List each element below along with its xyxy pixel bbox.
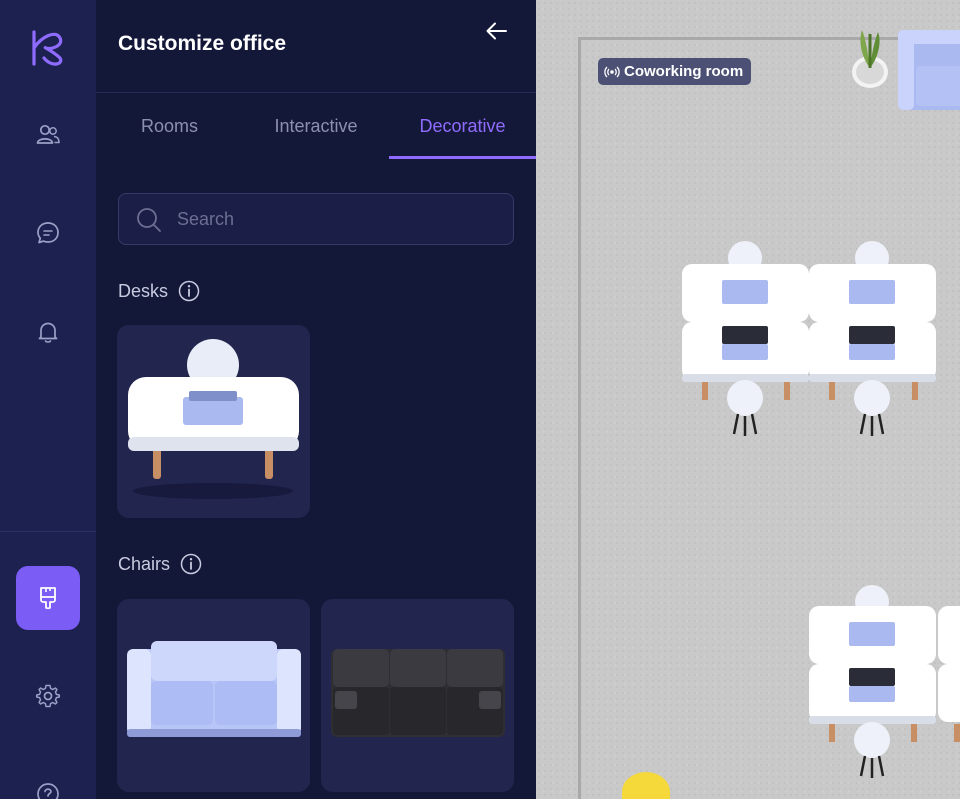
help-icon[interactable] — [30, 776, 66, 799]
sofa-blue-item-card[interactable] — [117, 599, 310, 792]
desk-item-card[interactable] — [117, 325, 310, 518]
section-chairs-label: Chairs — [118, 553, 171, 574]
search-icon — [137, 208, 161, 232]
section-chairs: Chairs — [118, 553, 202, 575]
desk-preview-image — [128, 339, 299, 499]
customize-panel: Customize office Rooms Interactive Decor… — [96, 0, 536, 799]
tab-rooms[interactable]: Rooms — [96, 93, 243, 160]
room-label-badge[interactable]: Coworking room — [598, 58, 752, 85]
chat-icon[interactable] — [30, 215, 66, 251]
sofa-black-item-card[interactable] — [321, 599, 514, 792]
section-desks-label: Desks — [118, 280, 169, 301]
info-icon[interactable] — [178, 280, 200, 302]
paint-brush-icon — [40, 587, 56, 610]
black-sofa-preview-image — [331, 649, 505, 737]
rail-divider — [0, 531, 96, 532]
bell-icon[interactable] — [30, 314, 66, 350]
tab-interactive[interactable]: Interactive — [243, 93, 389, 160]
plant-decor[interactable] — [850, 28, 890, 90]
desk-cluster-1[interactable] — [676, 240, 946, 440]
people-icon[interactable] — [30, 117, 66, 153]
office-map[interactable]: Coworking room — [536, 0, 960, 799]
tab-bar: Rooms Interactive Decorative — [96, 93, 536, 160]
tab-decorative[interactable]: Decorative — [389, 93, 536, 160]
info-icon[interactable] — [180, 553, 202, 575]
search-box — [118, 193, 514, 245]
panel-title: Customize office — [118, 32, 287, 55]
search-input[interactable] — [177, 194, 497, 244]
desk-cluster-2[interactable] — [804, 584, 960, 784]
blue-sofa-preview-image — [127, 641, 301, 737]
app-logo-icon[interactable] — [28, 28, 68, 68]
panel-header: Customize office — [96, 0, 536, 93]
gear-icon[interactable] — [30, 678, 66, 714]
sofa-decor[interactable] — [898, 30, 960, 114]
back-arrow-icon[interactable] — [482, 16, 512, 46]
room-label-text: Coworking room — [624, 63, 744, 80]
section-desks: Desks — [118, 280, 200, 302]
left-rail — [0, 0, 96, 799]
broadcast-icon — [604, 66, 620, 77]
active-tab-indicator — [389, 156, 536, 159]
customize-office-button[interactable] — [16, 566, 80, 630]
